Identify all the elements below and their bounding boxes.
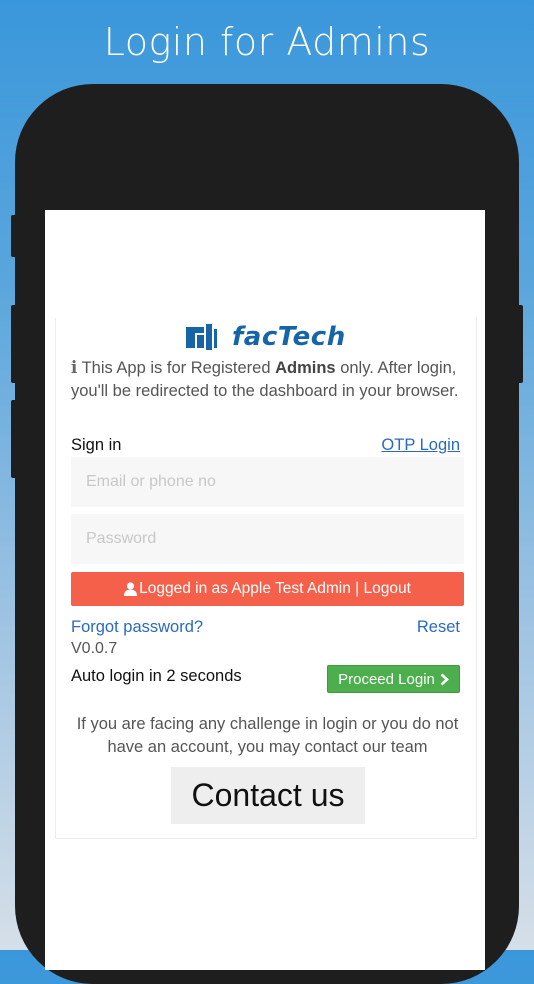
proceed-login-button[interactable]: Proceed Login xyxy=(327,665,460,693)
promo-title: Login for Admins xyxy=(103,20,431,64)
otp-login-link[interactable]: OTP Login xyxy=(381,436,460,455)
info-icon: i xyxy=(71,358,78,377)
chevron-right-icon xyxy=(440,673,449,686)
phone-side-button xyxy=(517,305,523,383)
logout-button[interactable]: Logged in as Apple Test Admin | Logout xyxy=(71,572,464,606)
info-text-bold: Admins xyxy=(275,359,336,377)
proceed-login-label: Proceed Login xyxy=(338,670,435,688)
email-input[interactable] xyxy=(71,457,464,507)
logout-button-label: Logged in as Apple Test Admin | Logout xyxy=(139,580,411,597)
reset-link[interactable]: Reset xyxy=(417,618,460,637)
phone-side-button xyxy=(11,215,17,257)
signin-label: Sign in xyxy=(71,436,122,454)
logo-text: facTech xyxy=(232,322,346,352)
password-input[interactable] xyxy=(71,514,464,564)
phone-side-button xyxy=(11,400,17,478)
login-card: facTech i This App is for Registered Adm… xyxy=(55,318,477,839)
phone-screen: facTech i This App is for Registered Adm… xyxy=(45,210,485,970)
info-text-before: This App is for Registered xyxy=(81,359,276,377)
help-text: If you are facing any challenge in login… xyxy=(76,715,459,756)
factech-logo-mark xyxy=(186,324,228,350)
contact-us-button[interactable]: Contact us xyxy=(171,767,365,824)
version-label: V0.0.7 xyxy=(71,640,118,657)
phone-side-button xyxy=(11,305,17,383)
brand-logo: facTech xyxy=(186,322,346,352)
auto-login-countdown: Auto login in 2 seconds xyxy=(71,667,242,685)
info-message: i This App is for Registered Admins only… xyxy=(71,356,466,403)
forgot-password-link[interactable]: Forgot password? xyxy=(71,618,203,637)
user-icon xyxy=(124,582,138,596)
